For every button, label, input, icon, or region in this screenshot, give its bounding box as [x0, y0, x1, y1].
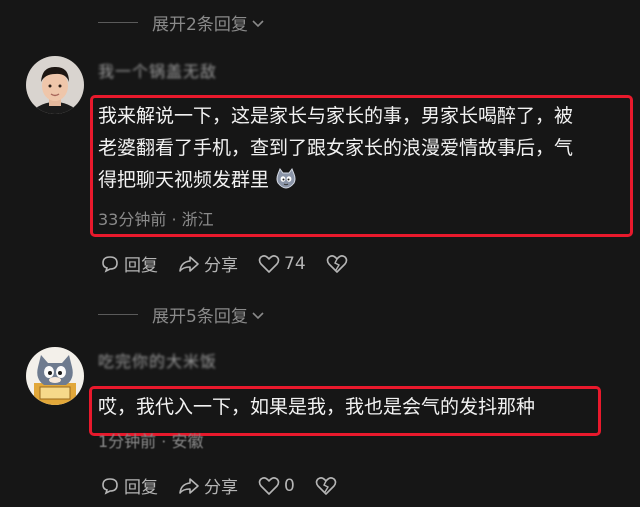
chevron-down-icon — [252, 19, 264, 27]
comment-actions: 回复 分享 74 — [100, 251, 372, 276]
dislike-button[interactable] — [315, 476, 341, 496]
heart-icon — [258, 476, 280, 495]
expand-replies-mid[interactable]: 展开5条回复 — [98, 302, 265, 327]
cat-emoji-icon — [276, 167, 296, 189]
reply-button[interactable]: 回复 — [100, 473, 158, 498]
comment-username[interactable]: 吃完你的大米饭 — [98, 348, 217, 372]
user-avatar-icon — [26, 56, 84, 114]
like-count: 0 — [284, 475, 295, 496]
dislike-button[interactable] — [326, 254, 352, 274]
comment-thread: 展开2条回复 我一个锅盖无敌 我来解说一下，这是家长与家长的事，男家长喝醉了，被… — [0, 0, 640, 507]
expand-replies-label: 展开2条回复 — [152, 15, 248, 35]
avatar[interactable] — [26, 56, 84, 114]
dislike-heart-icon — [315, 476, 337, 495]
reply-icon — [102, 477, 118, 495]
heart-icon — [258, 254, 280, 273]
divider-line — [98, 314, 138, 315]
share-button[interactable]: 分享 — [178, 251, 238, 276]
share-icon — [179, 255, 199, 272]
divider-line — [98, 22, 138, 23]
like-count: 74 — [284, 253, 306, 274]
share-label: 分享 — [204, 256, 238, 276]
comment-meta: 33分钟前 · 浙江 — [98, 210, 214, 229]
like-button[interactable]: 0 — [258, 476, 295, 496]
comment-text-line: 我来解说一下，这是家长与家长的事，男家长喝醉了，被 — [98, 105, 574, 127]
reply-label: 回复 — [124, 256, 158, 276]
expand-replies-top[interactable]: 展开2条回复 — [98, 10, 265, 35]
share-button[interactable]: 分享 — [178, 473, 238, 498]
avatar[interactable] — [26, 347, 84, 405]
comment-text: 我来解说一下，这是家长与家长的事，男家长喝醉了，被 老婆翻看了手机，查到了跟女家… — [98, 100, 573, 196]
comment-meta: 1分钟前 · 安徽 — [98, 432, 204, 451]
dislike-heart-icon — [326, 254, 347, 273]
like-button[interactable]: 74 — [258, 254, 306, 274]
comment-text-line: 得把聊天视频发群里 — [98, 164, 573, 196]
expand-replies-label: 展开5条回复 — [152, 307, 248, 327]
reply-icon — [102, 255, 118, 273]
chevron-down-icon — [252, 311, 264, 319]
comment-actions: 回复 分享 0 — [100, 473, 361, 498]
tom-cat-avatar-icon — [26, 347, 84, 405]
reply-button[interactable]: 回复 — [100, 251, 158, 276]
share-icon — [179, 477, 199, 494]
comment-text: 哎，我代入一下，如果是我，我也是会气的发抖那种 — [98, 396, 536, 418]
comment-text-line: 老婆翻看了手机，查到了跟女家长的浪漫爱情故事后，气 — [98, 137, 574, 159]
reply-label: 回复 — [124, 478, 158, 498]
comment-username[interactable]: 我一个锅盖无敌 — [98, 58, 217, 82]
share-label: 分享 — [204, 478, 238, 498]
